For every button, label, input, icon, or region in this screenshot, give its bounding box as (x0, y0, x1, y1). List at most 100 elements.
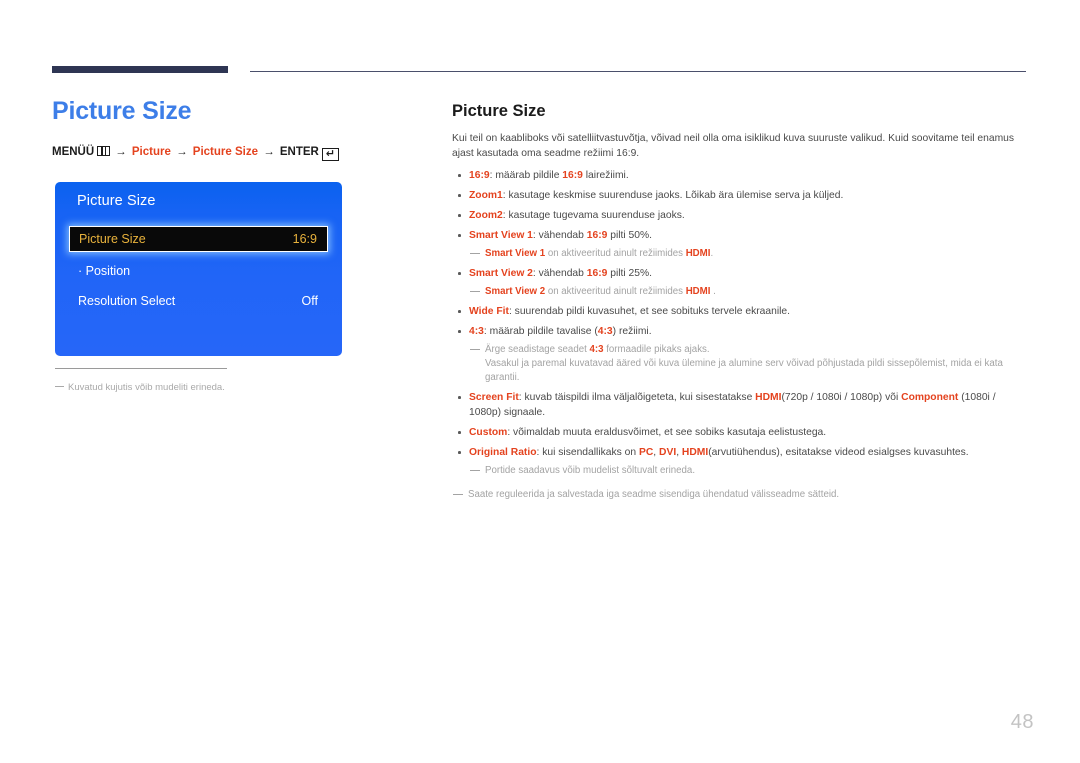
osd-row-resolution-select[interactable]: Resolution Select Off (69, 288, 328, 314)
option-text: : kasutage keskmise suurenduse jaoks. Lõ… (502, 190, 844, 201)
breadcrumb-crumb-picture-size[interactable]: Picture Size (193, 146, 258, 158)
bullet-dot-icon (458, 310, 461, 313)
bullet-dot-icon (458, 396, 461, 399)
bullet-dot-icon (458, 234, 461, 237)
bullet-dot-icon (458, 272, 461, 275)
option-key-inline: 16:9 (586, 230, 608, 241)
osd-row-position[interactable]: · Position (69, 258, 328, 284)
option-key-hdmi: HDMI (755, 392, 782, 403)
list-item-original-ratio: Original Ratio: kui sisendallikaks on PC… (452, 445, 1027, 478)
option-key-component: Component (901, 392, 959, 403)
note-save-settings: Saate reguleerida ja salvestada iga sead… (452, 488, 1027, 502)
osd-row-value: 16:9 (292, 232, 317, 246)
option-key: Original Ratio (469, 447, 537, 458)
option-key: 16:9 (469, 170, 490, 181)
subnote-keyword: Smart View 1 (485, 248, 546, 259)
breadcrumb: MENÜÜ → Picture → Picture Size → ENTER ↵ (52, 144, 432, 161)
osd-row-label: Resolution Select (78, 294, 176, 308)
list-item-custom: Custom: võimaldab muuta eraldusvõimet, e… (452, 425, 1027, 440)
option-text-tail: pilti 50%. (607, 230, 653, 241)
osd-row-label: Picture Size (79, 232, 146, 246)
option-text-tail: (arvutiühendus), esitatakse videod esial… (708, 447, 969, 458)
option-key: Zoom2 (469, 210, 503, 221)
list-item-zoom2: Zoom2: kasutage tugevama suurenduse jaok… (452, 208, 1027, 223)
list-item-smart-view-2: Smart View 2: vähendab 16:9 pilti 25%. S… (452, 266, 1027, 299)
osd-menu-panel: Picture Size Picture Size 16:9 · Positio… (55, 182, 342, 356)
bullet-dot-icon (458, 194, 461, 197)
subnote-text: Ärge seadistage seadet (485, 344, 590, 355)
subnote-keyword-2: HDMI (685, 286, 711, 297)
bullet-dot-icon (458, 214, 461, 217)
option-key: Smart View 2 (469, 268, 533, 279)
subnote-43: Ärge seadistage seadet 4:3 formaadile pi… (469, 343, 1027, 385)
list-item-zoom1: Zoom1: kasutage keskmise suurenduse jaok… (452, 188, 1027, 203)
footnote-dash-icon (55, 386, 64, 387)
subnote-keyword: Smart View 2 (485, 286, 546, 297)
option-key: 4:3 (469, 326, 484, 337)
subnote-ports: Portide saadavus võib mudelist sõltuvalt… (469, 464, 1027, 478)
option-text: : vähendab (532, 230, 587, 241)
bullet-dot-icon (458, 431, 461, 434)
note-dash-icon (470, 291, 480, 292)
option-key: Screen Fit (469, 392, 519, 403)
option-key: Custom (469, 427, 508, 438)
enter-return-icon: ↵ (321, 148, 339, 161)
breadcrumb-crumb-picture[interactable]: Picture (132, 146, 171, 158)
option-key-hdmi: HDMI (681, 447, 709, 458)
breadcrumb-enter-label: ENTER (279, 146, 319, 158)
left-footnote: Kuvatud kujutis võib mudeliti erineda. (55, 381, 385, 394)
header-rule-thin (250, 71, 1026, 72)
page-title: Picture Size (52, 97, 192, 125)
section-intro: Kui teil on kaabliboks või satelliitvast… (452, 133, 1015, 159)
breadcrumb-menu-label: MENÜÜ (52, 146, 95, 158)
option-key: Zoom1 (469, 190, 503, 201)
option-text: : määrab pildile tavalise ( (483, 326, 598, 337)
option-key: Smart View 1 (469, 230, 533, 241)
option-text: : vähendab (532, 268, 587, 279)
breadcrumb-arrow-3: → (263, 146, 275, 158)
option-text: : võimaldab muuta eraldusvõimet, et see … (507, 427, 827, 438)
page-number: 48 (1010, 711, 1034, 733)
option-text-mid: (720p / 1080i / 1080p) või (781, 392, 902, 403)
left-footnote-text: Kuvatud kujutis võib mudeliti erineda. (68, 382, 225, 393)
note-dash-icon (470, 349, 480, 350)
menu-grid-icon (97, 146, 111, 156)
option-key: Wide Fit (469, 306, 509, 317)
option-key-pc: PC (638, 447, 654, 458)
bullet-dot-icon (458, 174, 461, 177)
option-list: 16:9: määrab pildile 16:9 lairežiimi. Zo… (452, 168, 1027, 478)
note-dash-icon (453, 494, 463, 495)
subnote-text: on aktiveeritud ainult režiimides (545, 286, 686, 297)
option-text: : suurendab pildi kuvasuhet, et see sobi… (508, 306, 790, 317)
subnote-text: on aktiveeritud ainult režiimides (545, 248, 686, 259)
option-text: : kuvab täispildi ilma väljalõigeteta, k… (518, 392, 756, 403)
osd-row-label: · Position (78, 264, 131, 278)
note-dash-icon (470, 470, 480, 471)
note-text: Saate reguleerida ja salvestada iga sead… (468, 489, 840, 500)
note-dash-icon (470, 253, 480, 254)
option-text: : kasutage tugevama suurenduse jaoks. (502, 210, 685, 221)
osd-row-value: Off (301, 294, 318, 308)
subnote-text-tail: . (710, 248, 714, 259)
left-column: Picture Size MENÜÜ → Picture → Picture Si… (52, 96, 432, 161)
right-column: Picture Size Kui teil on kaabliboks või … (452, 100, 1027, 502)
subnote-keyword: 4:3 (589, 344, 604, 355)
header-rules (0, 0, 1080, 90)
option-text-tail: ) režiimi. (612, 326, 652, 337)
bullet-dot-icon (458, 330, 461, 333)
subnote-keyword-2: HDMI (685, 248, 711, 259)
left-footnote-rule (55, 368, 227, 369)
breadcrumb-arrow-2: → (176, 146, 188, 158)
subnote-text-tail: . (710, 286, 716, 297)
option-text: : kui sisendallikaks on (536, 447, 639, 458)
osd-row-picture-size[interactable]: Picture Size 16:9 (69, 226, 328, 252)
osd-panel-title: Picture Size (77, 193, 156, 209)
list-item-169: 16:9: määrab pildile 16:9 lairežiimi. (452, 168, 1027, 183)
option-text-tail: pilti 25%. (607, 268, 653, 279)
list-item-screen-fit: Screen Fit: kuvab täispildi ilma väljalõ… (452, 390, 1027, 420)
subnote-continuation: Vasakul ja paremal kuvatavad ääred või k… (485, 358, 1003, 383)
option-text-tail: lairežiimi. (582, 170, 629, 181)
subnote-text: Portide saadavus võib mudelist sõltuvalt… (485, 465, 696, 476)
list-item-wide-fit: Wide Fit: suurendab pildi kuvasuhet, et … (452, 304, 1027, 319)
option-key-dvi: DVI (659, 447, 677, 458)
